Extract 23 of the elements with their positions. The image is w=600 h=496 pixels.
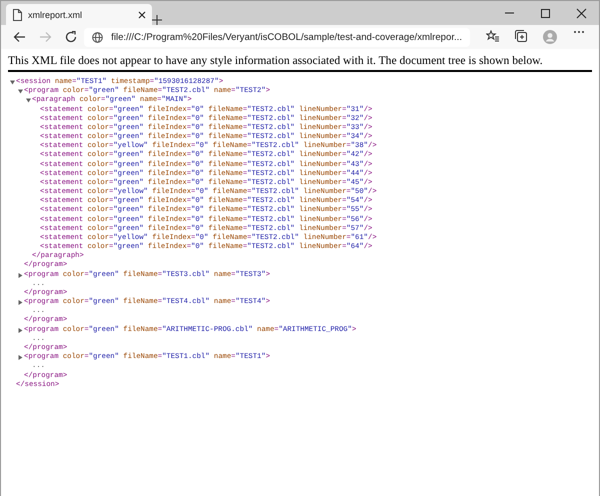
new-tab-icon[interactable]	[152, 15, 162, 25]
address-bar[interactable]: file:///C:/Program%20Files/Veryant/isCOBOL/sample/test-and-coverage/xmlrepor...	[84, 28, 470, 46]
expand-triangle-icon[interactable]	[18, 300, 22, 306]
close-tab-icon[interactable]	[138, 10, 146, 18]
back-icon[interactable]	[13, 31, 26, 43]
expand-triangle-icon[interactable]	[18, 272, 22, 278]
collapse-triangle-icon[interactable]	[18, 89, 22, 94]
close-icon[interactable]	[576, 8, 586, 18]
address-text: file:///C:/Program%20Files/Veryant/isCOBOL/sample/test-and-coverage/xmlrepor...	[111, 32, 462, 42]
collapse-triangle-icon[interactable]	[26, 98, 30, 104]
globe-icon	[92, 32, 104, 42]
collapse-triangle-icon[interactable]	[10, 80, 14, 86]
favorites-icon[interactable]	[486, 30, 499, 42]
expand-triangle-icon[interactable]	[18, 355, 22, 360]
document-icon	[12, 8, 22, 20]
browser-tab[interactable]: xmlreport.xml	[6, 4, 152, 25]
maximize-icon[interactable]	[540, 8, 550, 18]
collections-icon[interactable]	[515, 30, 527, 42]
reload-icon[interactable]	[65, 31, 78, 43]
style-notice: This XML file does not appear to have any style information associated with it. The document tree is shown below.	[8, 54, 544, 69]
more-icon[interactable]	[573, 30, 585, 34]
tab-title: xmlreport.xml	[28, 10, 84, 20]
expand-triangle-icon[interactable]	[18, 328, 22, 333]
